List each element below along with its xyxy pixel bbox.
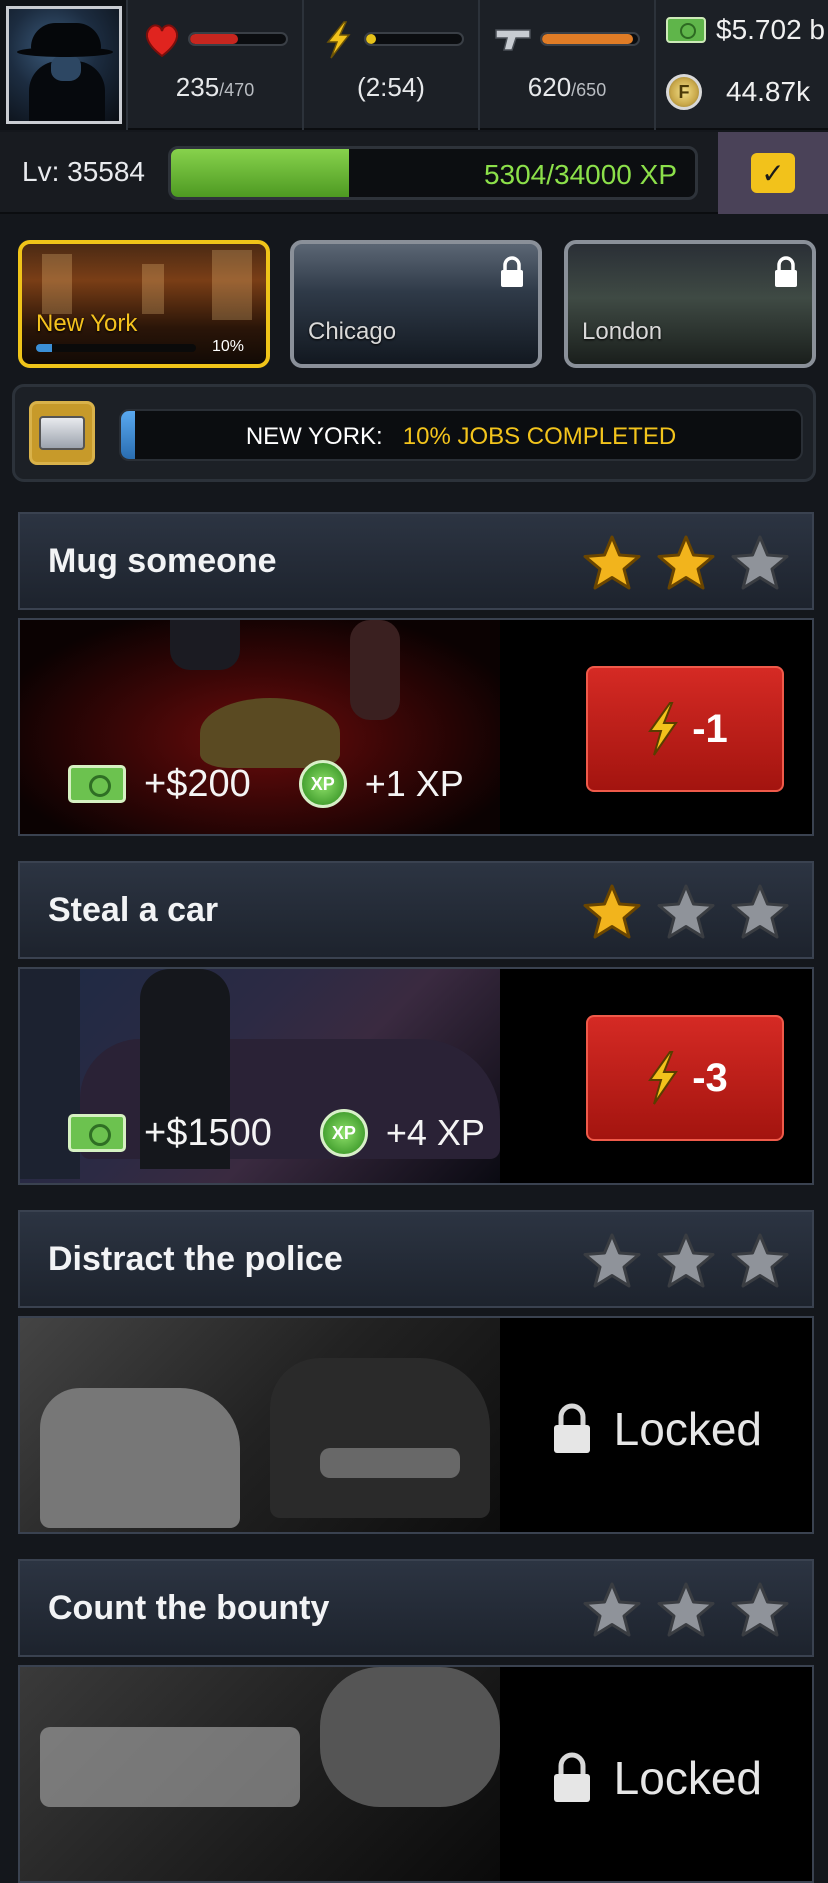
job-title: Distract the police: [48, 1240, 343, 1278]
level-bar: Lv: 35584 5304/34000 XP ✓: [0, 132, 828, 214]
xp-reward: +1 XP: [364, 763, 464, 804]
briefcase-icon[interactable]: [29, 401, 95, 465]
avatar-image: [6, 6, 122, 124]
star-empty-icon: [731, 535, 789, 590]
star-empty-icon: [583, 1582, 641, 1637]
city-name: Chicago: [308, 318, 397, 345]
star-empty-icon: [731, 1233, 789, 1288]
job-stars: [582, 534, 790, 592]
xp-coin-icon: XP: [319, 1109, 368, 1157]
currency-panel: $5.702 b F 44.87k: [656, 0, 828, 130]
star-empty-icon: [657, 1233, 715, 1288]
city-new-york[interactable]: New York 10%: [18, 240, 270, 368]
do-job-button[interactable]: -3: [586, 1015, 784, 1141]
city-name: New York: [36, 310, 138, 337]
star-empty-icon: [731, 884, 789, 939]
lock-icon: [501, 256, 523, 287]
energy-cost: -3: [692, 1055, 728, 1100]
energy-timer: (2:54): [357, 72, 425, 102]
padlock-icon: [553, 1403, 590, 1453]
profile-avatar[interactable]: [0, 0, 128, 130]
star-filled-icon: [583, 884, 641, 939]
energy-stat[interactable]: (2:54): [304, 0, 480, 130]
job-title: Steal a car: [48, 891, 219, 929]
city-chicago[interactable]: Chicago: [290, 240, 542, 368]
lightning-icon: [648, 1051, 679, 1105]
cash-display[interactable]: $5.702 b: [666, 14, 825, 46]
job-card-mug-someone: +$200 XP +1 XP -1: [18, 618, 814, 836]
star-empty-icon: [583, 1233, 641, 1288]
ammo-stat[interactable]: 620/650: [480, 0, 656, 130]
heart-icon: [145, 24, 179, 58]
job-image-police: [20, 1318, 500, 1532]
calendar-check-icon: ✓: [751, 153, 795, 193]
locked-label: Locked: [613, 1403, 762, 1455]
xp-reward: +4 XP: [385, 1112, 485, 1153]
coin-display[interactable]: F 44.87k: [666, 74, 810, 110]
ammo-bar: [540, 32, 640, 46]
padlock-icon: [553, 1752, 590, 1802]
stats-bar: 235/470 (2:54) 620/650 $5.702 b F 44.87k: [0, 0, 828, 130]
city-london[interactable]: London: [564, 240, 816, 368]
pistol-icon: [495, 29, 531, 51]
star-filled-icon: [583, 535, 641, 590]
star-empty-icon: [657, 884, 715, 939]
energy-cost: -1: [692, 706, 728, 751]
job-header-distract-the-police: Distract the police: [18, 1210, 814, 1308]
job-header-mug-someone: Mug someone: [18, 512, 814, 610]
locked-label: Locked: [613, 1752, 762, 1804]
locked-indicator: Locked: [550, 1751, 762, 1805]
jobs-progress-bar: NEW YORK: 10% JOBS COMPLETED: [119, 409, 803, 461]
job-title: Mug someone: [48, 542, 277, 580]
do-job-button[interactable]: -1: [586, 666, 784, 792]
job-stars: [582, 1232, 790, 1290]
ammo-value: 620/650: [527, 72, 607, 102]
star-empty-icon: [657, 1582, 715, 1637]
job-rewards: +$1500 XP +4 XP: [68, 1109, 485, 1157]
job-title: Count the bounty: [48, 1589, 330, 1627]
job-stars: [582, 883, 790, 941]
job-card-count-the-bounty: Locked: [18, 1665, 814, 1883]
lightning-icon: [326, 21, 351, 59]
cash-icon: [666, 17, 706, 43]
lightning-icon: [648, 702, 679, 756]
cash-reward: +$200: [144, 762, 251, 805]
job-header-count-the-bounty: Count the bounty: [18, 1559, 814, 1657]
city-name: London: [582, 318, 663, 345]
job-rewards: +$200 XP +1 XP: [68, 760, 464, 808]
lock-icon: [775, 256, 797, 287]
cash-icon: [68, 765, 126, 803]
level-label: Lv: 35584: [22, 156, 145, 187]
job-card-distract-the-police: Locked: [18, 1316, 814, 1534]
jobs-progress-label: NEW YORK: 10% JOBS COMPLETED: [245, 423, 677, 450]
locked-indicator: Locked: [550, 1402, 762, 1456]
health-value: 235/470: [175, 72, 255, 102]
coin-icon: F: [666, 74, 702, 110]
daily-tasks-button[interactable]: ✓: [718, 132, 828, 214]
cash-icon: [68, 1114, 126, 1152]
job-header-steal-a-car: Steal a car: [18, 861, 814, 959]
job-stars: [582, 1581, 790, 1639]
xp-coin-icon: XP: [298, 760, 347, 808]
cash-reward: +$1500: [144, 1111, 272, 1154]
city-percent: 10%: [211, 338, 244, 355]
energy-bar: [364, 32, 464, 46]
city-progress-bar: [36, 344, 196, 352]
job-card-steal-a-car: +$1500 XP +4 XP -3: [18, 967, 814, 1185]
star-empty-icon: [731, 1582, 789, 1637]
star-filled-icon: [657, 535, 715, 590]
health-bar: [188, 32, 288, 46]
health-stat[interactable]: 235/470: [128, 0, 304, 130]
xp-progress-bar: 5304/34000 XP: [168, 146, 698, 200]
job-image-bounty: [20, 1667, 500, 1881]
jobs-progress-panel: NEW YORK: 10% JOBS COMPLETED: [12, 384, 816, 482]
xp-text: 5304/34000 XP: [483, 159, 677, 190]
